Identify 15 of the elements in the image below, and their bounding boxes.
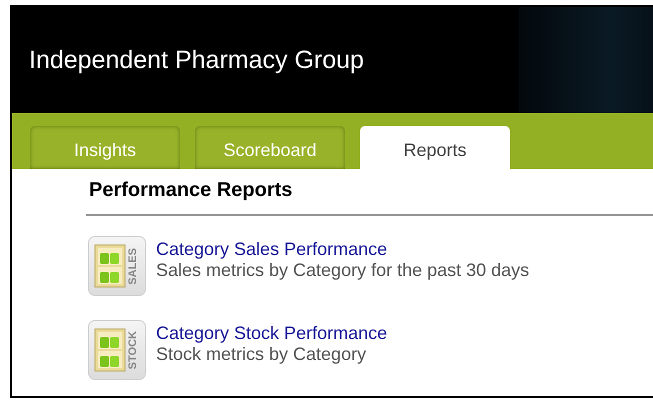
section-title: Performance Reports <box>88 179 294 202</box>
icon-label: SALES <box>127 248 139 284</box>
app-title: Independent Pharmacy Group <box>29 46 364 74</box>
tab[interactable]: Insights <box>30 126 180 169</box>
tab[interactable]: Scoreboard <box>195 126 345 169</box>
icon-label: STOCK <box>127 330 139 370</box>
report-description: Sales metrics by Category for the past 30 days <box>156 260 530 281</box>
report-description: Stock metrics by Category <box>156 344 368 365</box>
shelf-icon <box>94 328 126 372</box>
report-link[interactable]: Category Stock Performance <box>156 323 388 344</box>
report-icon[interactable]: STOCK <box>88 320 146 380</box>
tab[interactable]: Reports <box>360 126 510 169</box>
shelf-icon <box>94 244 126 288</box>
report-icon[interactable]: SALES <box>88 236 146 296</box>
report-link[interactable]: Category Sales Performance <box>156 239 530 260</box>
